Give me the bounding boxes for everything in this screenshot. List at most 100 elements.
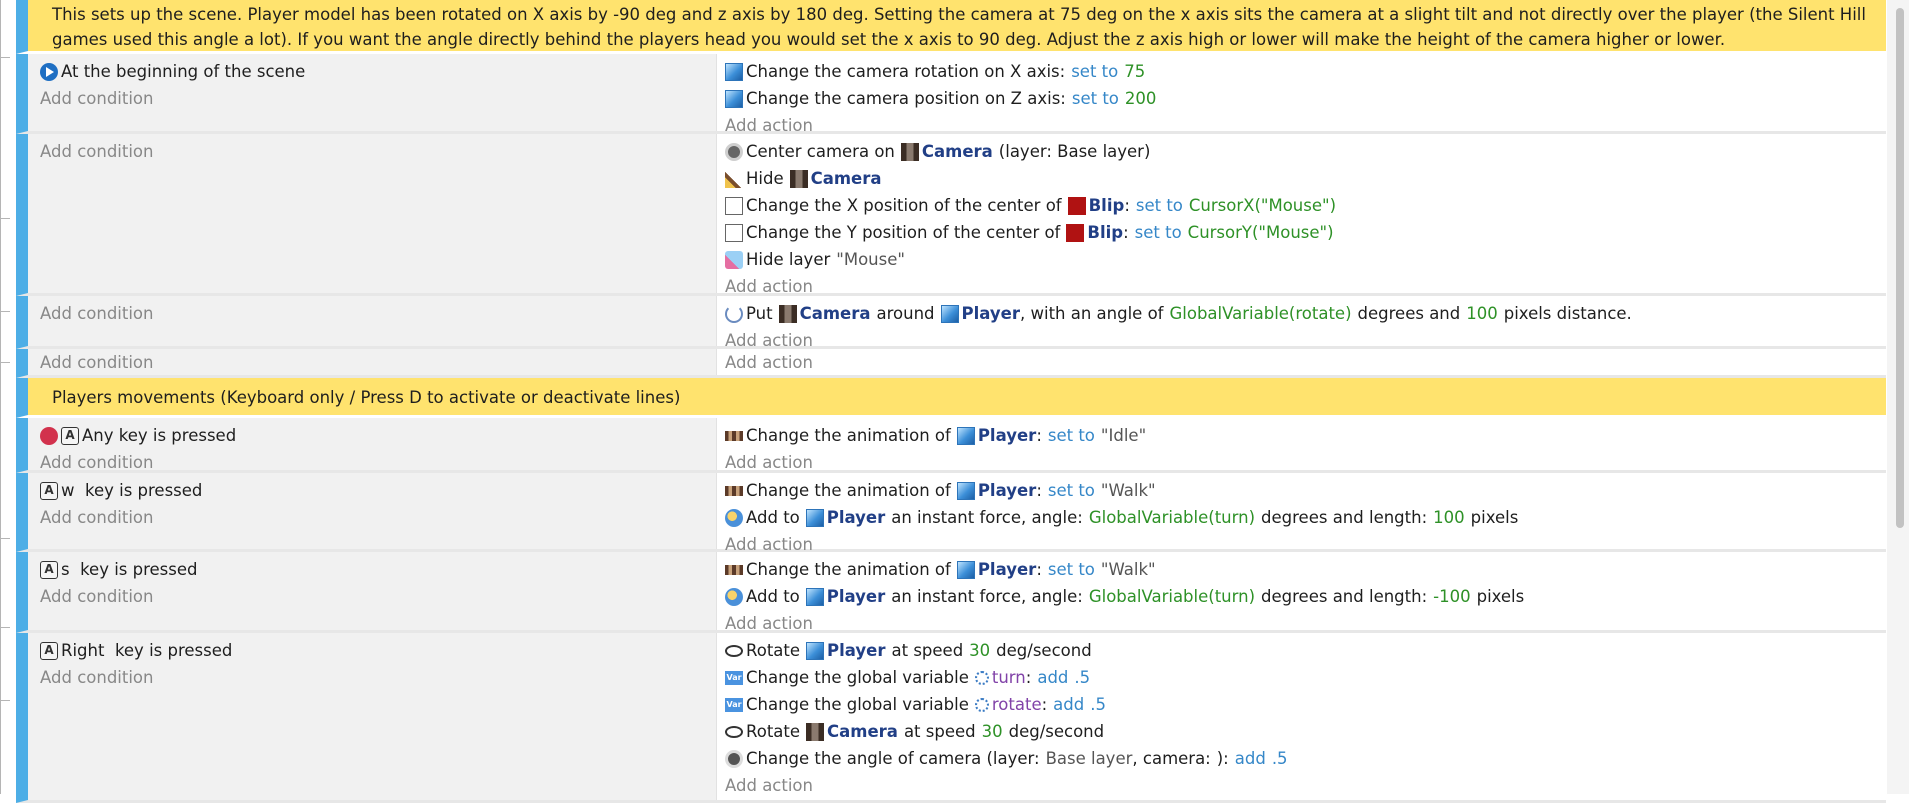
operator: add [1053,695,1085,714]
action-row[interactable]: Put Camera around Player , with an angle… [725,300,1886,327]
event-scene-start[interactable]: At the beginning of the scene Add condit… [16,54,1886,135]
conditions-column[interactable]: Add condition [28,349,716,375]
event-camera-setup[interactable]: Add condition Center camera on Camera (l… [16,134,1886,296]
actions-column[interactable]: Add action [716,349,1886,375]
tree-tick [0,627,10,628]
action-row[interactable]: Change the X position of the center of B… [725,192,1886,219]
action-text: Change the camera position on Z axis: [746,89,1066,108]
action-row[interactable]: Rotate Player at speed 30 deg/second [725,637,1886,664]
add-condition-button[interactable]: Add condition [40,664,716,691]
action-text: ): [1216,749,1229,768]
operator: set to [1135,196,1183,215]
add-condition-button[interactable]: Add condition [40,449,716,476]
conditions-column[interactable]: A s key is pressed Add condition [28,552,716,630]
position-icon [725,223,743,242]
actions-column[interactable]: Center camera on Camera (layer: Base lay… [716,134,1886,296]
condition-row[interactable]: A Right key is pressed [40,637,716,664]
action-row[interactable]: Add to Player an instant force, angle: G… [725,583,1886,610]
vertical-scrollbar[interactable] [1887,0,1909,794]
value: GlobalVariable(turn) [1088,587,1256,606]
player-object-icon [805,587,824,606]
add-condition-button[interactable]: Add condition [40,138,716,165]
action-row[interactable]: Hide layer "Mouse" [725,246,1886,273]
object-name: Player [826,508,886,527]
action-row[interactable]: Change the camera position on Z axis: se… [725,85,1886,112]
actions-column[interactable]: Change the animation of Player: set to "… [716,473,1886,554]
action-row[interactable]: Var Change the global variable turn: add… [725,664,1886,691]
camera-object-icon [806,722,825,741]
action-row[interactable]: Change the Y position of the center of B… [725,219,1886,246]
add-action-button[interactable]: Add action [725,772,1886,799]
add-action-button[interactable]: Add action [725,349,1886,376]
condition-row[interactable]: A Any key is pressed [40,422,716,449]
actions-column[interactable]: Change the animation of Player: set to "… [716,552,1886,633]
conditions-column[interactable]: Add condition [28,134,716,293]
action-text: Rotate [746,722,801,741]
action-row[interactable]: Change the animation of Player: set to "… [725,556,1886,583]
action-row[interactable]: Rotate Camera at speed 30 deg/second [725,718,1886,745]
action-row[interactable]: Center camera on Camera (layer: Base lay… [725,138,1886,165]
conditions-column[interactable]: A w key is pressed Add condition [28,473,716,549]
action-text: degrees and length: [1261,587,1428,606]
action-text: Change the animation of [746,560,951,579]
object-name: Camera [827,722,898,741]
camera-angle-icon [725,749,743,768]
action-row[interactable]: Change the animation of Player: set to "… [725,477,1886,504]
scrollbar-thumb[interactable] [1896,8,1904,528]
condition-row[interactable]: A w key is pressed [40,477,716,504]
string-value: "Walk" [1100,560,1156,579]
action-text: deg/second [996,641,1092,660]
rotate-icon [725,725,743,738]
action-row[interactable]: Hide Camera [725,165,1886,192]
action-row[interactable]: Change the animation of Player: set to "… [725,422,1886,449]
actions-column[interactable]: Rotate Player at speed 30 deg/second Var… [716,633,1886,800]
add-condition-button[interactable]: Add condition [40,85,716,112]
condition-text: Any key is pressed [82,426,237,445]
comment-scene-setup[interactable]: This sets up the scene. Player model has… [16,0,1886,54]
add-condition-button[interactable]: Add condition [40,504,716,531]
comment-player-movements[interactable]: Players movements (Keyboard only / Press… [16,378,1886,418]
action-text: at speed [891,641,964,660]
tree-tick [0,311,10,312]
camera-object-icon [778,304,797,323]
conditions-column[interactable]: At the beginning of the scene Add condit… [28,54,716,131]
action-text: Change the X position of the center of [746,196,1062,215]
add-condition-button[interactable]: Add condition [40,349,716,376]
event-right-key[interactable]: A Right key is pressed Add condition Rot… [16,633,1886,803]
actions-column[interactable]: Change the animation of Player: set to "… [716,418,1886,472]
event-any-key[interactable]: A Any key is pressed Add condition Chang… [16,418,1886,473]
scene-start-icon [40,62,58,81]
condition-row[interactable]: At the beginning of the scene [40,58,716,85]
animation-icon [725,430,743,441]
tree-tick [0,57,10,58]
variable-icon: Var [725,697,743,712]
value: 30 [969,641,991,660]
value: 75 [1124,62,1146,81]
actions-column[interactable]: Change the camera rotation on X axis: se… [716,54,1886,135]
action-row[interactable]: Change the camera rotation on X axis: se… [725,58,1886,85]
action-row[interactable]: Change the angle of camera (layer: Base … [725,745,1886,772]
action-text: Change the animation of [746,481,951,500]
action-row[interactable]: Add to Player an instant force, angle: G… [725,504,1886,531]
add-action-button[interactable]: Add action [725,449,1886,476]
conditions-column[interactable]: A Right key is pressed Add condition [28,633,716,800]
event-empty[interactable]: Add condition Add action [16,349,1886,378]
value: .5 [1271,749,1288,768]
conditions-column[interactable]: A Any key is pressed Add condition [28,418,716,472]
conditions-column[interactable]: Add condition [28,296,716,346]
object-name: Blip [1087,223,1124,242]
rotate-icon [725,644,743,657]
actions-column[interactable]: Put Camera around Player , with an angle… [716,296,1886,350]
value: 100 [1466,304,1498,323]
add-condition-button[interactable]: Add condition [40,583,716,610]
event-s-key[interactable]: A s key is pressed Add condition Change … [16,552,1886,633]
action-row[interactable]: Var Change the global variable rotate: a… [725,691,1886,718]
event-w-key[interactable]: A w key is pressed Add condition Change … [16,473,1886,554]
add-condition-button[interactable]: Add condition [40,300,716,327]
value: .5 [1074,668,1091,687]
event-camera-orbit[interactable]: Add condition Put Camera around Player ,… [16,296,1886,350]
condition-text: s key is pressed [61,560,198,579]
condition-row[interactable]: A s key is pressed [40,556,716,583]
action-text: an instant force, angle: [891,587,1083,606]
tree-tick [0,538,10,539]
